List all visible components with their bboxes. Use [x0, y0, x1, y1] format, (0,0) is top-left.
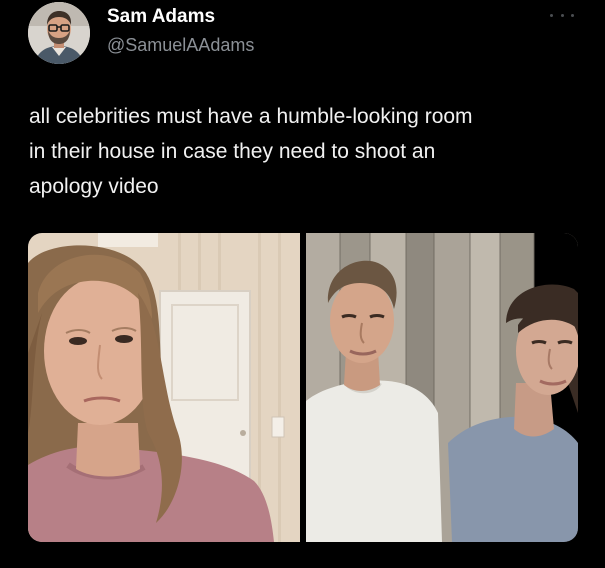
more-horizontal-icon[interactable]	[550, 8, 574, 22]
tweet-media[interactable]	[28, 233, 578, 542]
avatar[interactable]	[28, 2, 90, 64]
avatar-photo	[28, 2, 90, 64]
author-display-name[interactable]: Sam Adams	[107, 6, 215, 28]
tweet-text-line: all celebrities must have a humble-looki…	[29, 105, 473, 128]
more-dot	[571, 13, 574, 17]
tweet-card[interactable]: Sam Adams @SamuelAAdams all celebrities …	[0, 0, 605, 568]
more-dot	[560, 13, 564, 17]
more-dot	[550, 13, 553, 17]
tweet-text: all celebrities must have a humble-looki…	[29, 99, 589, 204]
tweet-text-line: apology video	[29, 175, 159, 198]
media-image-right[interactable]	[306, 233, 578, 542]
author-handle[interactable]: @SamuelAAdams	[107, 35, 254, 56]
tweet-text-line: in their house in case they need to shoo…	[29, 140, 436, 163]
media-image-left[interactable]	[28, 233, 300, 542]
